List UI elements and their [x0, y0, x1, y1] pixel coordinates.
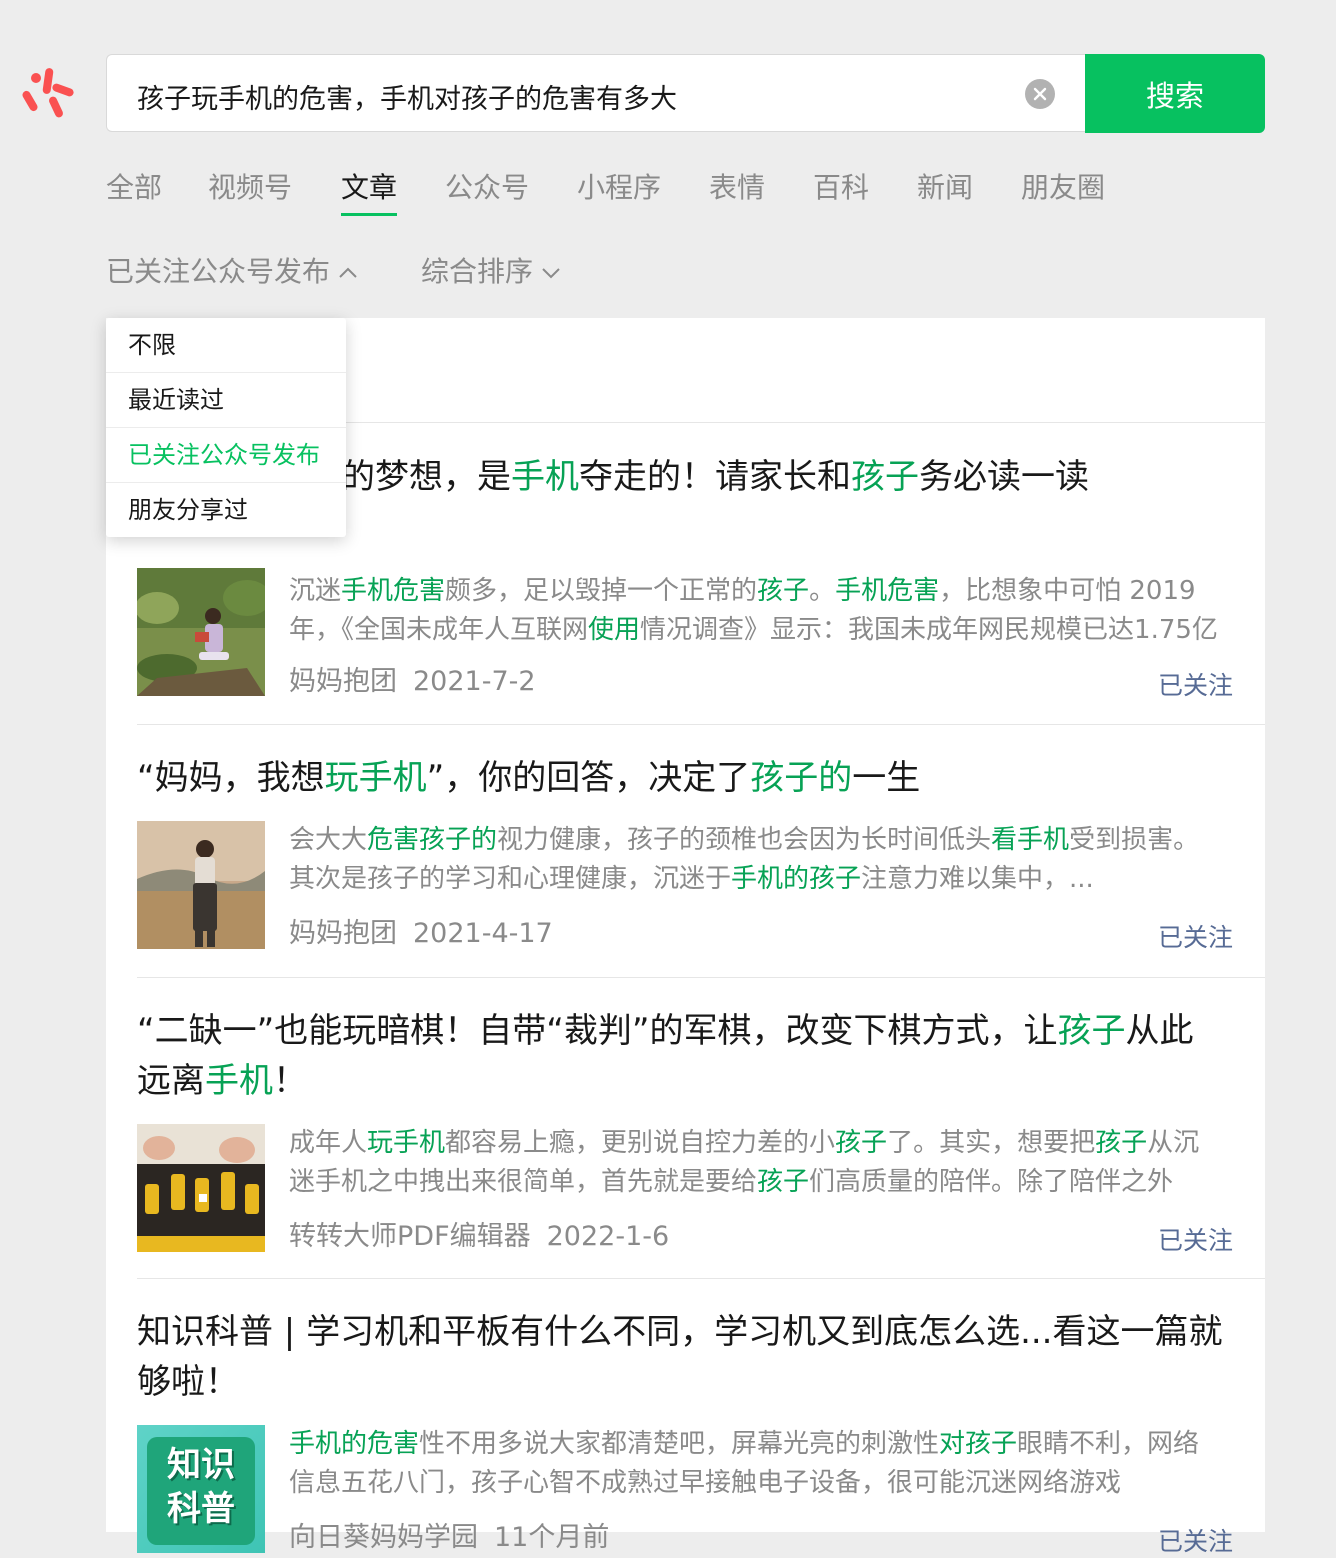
article-date: 2022-1-6: [546, 1221, 670, 1252]
tab-all[interactable]: 全部: [106, 166, 162, 216]
chevron-down-icon: [542, 268, 560, 279]
text-segment: 成年人: [289, 1128, 368, 1158]
highlighted-keyword: 孩子的: [750, 758, 853, 798]
highlighted-keyword: 手机的孩子: [731, 864, 862, 894]
article-thumbnail: [137, 568, 265, 696]
text-segment: 一生: [852, 758, 921, 798]
article-source[interactable]: 转转大师PDF编辑器: [289, 1221, 531, 1252]
article-card[interactable]: “二缺一”也能玩暗棋！自带“裁判”的军棋，改变下棋方式，让孩子从此远离手机！ 成…: [137, 978, 1265, 1279]
highlighted-keyword: 孩子: [1095, 1128, 1148, 1158]
thumbnail-text-line: 知识: [167, 1445, 235, 1485]
article-title[interactable]: “二缺一”也能玩暗棋！自带“裁判”的军棋，改变下棋方式，让孩子从此远离手机！: [137, 1006, 1227, 1106]
tab-articles[interactable]: 文章: [341, 166, 398, 216]
text-segment: 都容易上瘾，更别说自控力差的小: [445, 1128, 836, 1158]
search-query-text: 孩子玩手机的危害，手机对孩子的危害有多大: [137, 84, 677, 115]
highlighted-keyword: 对孩子: [939, 1429, 1018, 1459]
source-filter-dropdown: 不限 最近读过 已关注公众号发布 朋友分享过: [106, 318, 346, 537]
highlighted-keyword: 孩子: [757, 576, 810, 606]
sort-filter-label: 综合排序: [421, 255, 534, 288]
text-segment: 情况调查》显示：我国未成年网民规模已达1.75亿: [640, 615, 1218, 645]
search-input[interactable]: 孩子玩手机的危害，手机对孩子的危害有多大: [106, 54, 1086, 132]
highlighted-keyword: 看手机: [991, 825, 1070, 855]
followed-badge[interactable]: 已关注: [1158, 1522, 1233, 1558]
article-thumbnail: [137, 1124, 265, 1252]
article-meta: 妈妈抱团 2021-7-2: [289, 659, 536, 698]
text-segment: 务必读一读: [919, 457, 1089, 497]
text-segment: 夺走的！请家长和: [579, 457, 851, 497]
article-card[interactable]: “妈妈，我想玩手机”，你的回答，决定了孩子的一生 会大大危害孩子的视力健康，孩子…: [137, 725, 1265, 978]
source-filter[interactable]: 已关注公众号发布: [106, 250, 358, 290]
article-title[interactable]: “妈妈，我想玩手机”，你的回答，决定了孩子的一生: [137, 753, 1227, 803]
clear-search-button[interactable]: [1025, 79, 1055, 109]
text-segment: 注意力难以集中，...: [861, 864, 1094, 894]
highlighted-keyword: 危害孩子的: [367, 825, 498, 855]
article-snippet: 手机的危害性不用多说大家都清楚吧，屏幕光亮的刺激性对孩子眼睛不利，网络信息五花八…: [289, 1425, 1224, 1503]
article-source[interactable]: 妈妈抱团: [289, 918, 397, 949]
article-meta: 妈妈抱团 2021-4-17: [289, 911, 553, 950]
text-segment: 视力健康，孩子的颈椎也会因为长时间低头: [497, 825, 992, 855]
article-source[interactable]: 向日葵妈妈学园: [289, 1522, 478, 1553]
dropdown-option-unlimited[interactable]: 不限: [106, 318, 346, 373]
text-segment: 会大大: [289, 825, 368, 855]
thumbnail-text-line: 科普: [167, 1489, 235, 1529]
followed-badge[interactable]: 已关注: [1158, 666, 1233, 702]
article-meta: 转转大师PDF编辑器 2022-1-6: [289, 1214, 669, 1253]
highlighted-keyword: 手机的危害: [289, 1429, 420, 1459]
text-segment: “妈妈，我想: [137, 758, 325, 798]
article-date: 2021-7-2: [413, 666, 536, 697]
article-meta: 向日葵妈妈学园 11个月前: [289, 1515, 609, 1554]
text-segment: 了。其实，想要把: [887, 1128, 1096, 1158]
tab-moments[interactable]: 朋友圈: [1021, 166, 1105, 216]
article-title[interactable]: 知识科普 | 学习机和平板有什么不同，学习机又到底怎么选...看这一篇就够啦！: [137, 1307, 1227, 1407]
highlighted-keyword: 手机危害: [341, 576, 446, 606]
source-filter-label: 已关注公众号发布: [106, 255, 331, 288]
article-snippet: 成年人玩手机都容易上瘾，更别说自控力差的小孩子了。其实，想要把孩子从沉迷手机之中…: [289, 1124, 1224, 1202]
chevron-up-icon: [339, 267, 357, 278]
article-snippet: 会大大危害孩子的视力健康，孩子的颈椎也会因为长时间低头看手机受到损害。其次是孩子…: [289, 821, 1224, 899]
highlighted-keyword: 孩子: [835, 1128, 888, 1158]
article-snippet: 沉迷手机危害颇多，足以毁掉一个正常的孩子。手机危害，比想象中可怕 2019年，《…: [289, 572, 1224, 650]
highlighted-keyword: 手机危害: [835, 576, 940, 606]
tab-official-accounts[interactable]: 公众号: [445, 166, 529, 216]
highlighted-keyword: 孩子: [757, 1167, 810, 1197]
highlighted-keyword: 手机: [511, 457, 579, 497]
text-segment: 颇多，足以毁掉一个正常的: [445, 576, 758, 606]
article-source[interactable]: 妈妈抱团: [289, 666, 397, 697]
text-segment: “二缺一”也能玩暗棋！自带“裁判”的军棋，改变下棋方式，让: [137, 1011, 1058, 1051]
text-segment: ！: [273, 1061, 307, 1101]
tab-channels[interactable]: 视频号: [208, 166, 292, 216]
text-segment: 。: [809, 576, 836, 606]
tab-news[interactable]: 新闻: [917, 166, 973, 216]
highlighted-keyword: 孩子: [851, 457, 919, 497]
text-segment: 沉迷: [289, 576, 342, 606]
highlighted-keyword: 孩子: [1057, 1011, 1126, 1051]
tab-stickers[interactable]: 表情: [709, 166, 765, 216]
dropdown-option-shared-by-friends[interactable]: 朋友分享过: [106, 483, 346, 537]
article-thumbnail: 知识 科普: [137, 1425, 265, 1553]
highlighted-keyword: 使用: [588, 615, 641, 645]
highlighted-keyword: 玩手机: [367, 1128, 446, 1158]
text-segment: 知识科普 | 学习机和平板有什么不同，学习机又到底怎么选...看这一篇就够啦！: [137, 1312, 1223, 1402]
article-thumbnail: [137, 821, 265, 949]
close-icon: [1033, 87, 1047, 101]
sort-filter[interactable]: 综合排序: [421, 250, 561, 290]
text-segment: 们高质量的陪伴。除了陪伴之外: [809, 1167, 1174, 1197]
article-date: 11个月前: [494, 1522, 610, 1553]
highlighted-keyword: 手机: [205, 1061, 273, 1101]
search-button[interactable]: 搜索: [1085, 54, 1265, 133]
followed-badge[interactable]: 已关注: [1158, 1221, 1233, 1257]
text-segment: ”，你的回答，决定了: [426, 758, 751, 798]
highlighted-keyword: 玩手机: [324, 758, 427, 798]
article-date: 2021-4-17: [413, 918, 553, 949]
tab-mini-programs[interactable]: 小程序: [577, 166, 661, 216]
dropdown-option-followed-accounts[interactable]: 已关注公众号发布: [106, 428, 346, 483]
wechat-search-logo-icon: [22, 68, 74, 118]
tab-encyclopedia[interactable]: 百科: [813, 166, 869, 216]
text-segment: 性不用多说大家都清楚吧，屏幕光亮的刺激性: [419, 1429, 940, 1459]
followed-badge[interactable]: 已关注: [1158, 918, 1233, 954]
article-card[interactable]: 知识科普 | 学习机和平板有什么不同，学习机又到底怎么选...看这一篇就够啦！ …: [137, 1279, 1265, 1556]
dropdown-option-recently-read[interactable]: 最近读过: [106, 373, 346, 428]
